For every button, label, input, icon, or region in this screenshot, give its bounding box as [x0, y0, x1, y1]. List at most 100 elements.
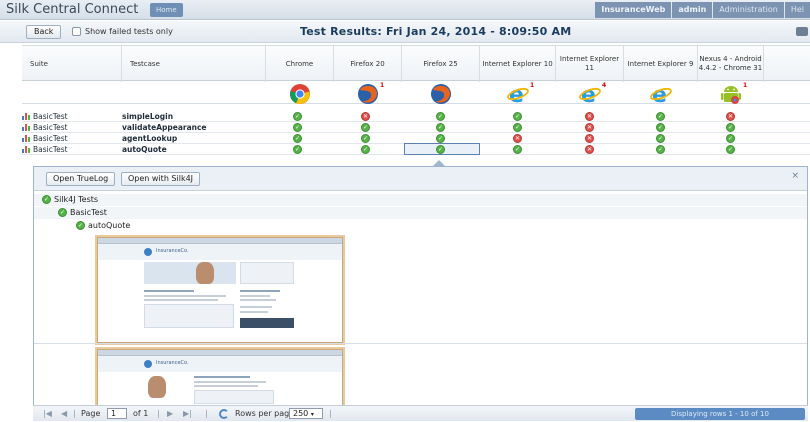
close-icon[interactable]: ×: [791, 171, 799, 181]
column-header-chrome[interactable]: Chrome: [266, 46, 334, 82]
refresh-icon[interactable]: [219, 409, 229, 419]
tab-home[interactable]: Home: [150, 3, 183, 17]
pass-icon[interactable]: ✓: [436, 123, 445, 132]
suite-cell: BasicTest: [22, 123, 68, 132]
pass-icon: ✓: [58, 208, 67, 217]
column-header-ie-10[interactable]: Internet Explorer 10: [480, 46, 556, 82]
separator: |: [205, 409, 208, 418]
rows-per-page-select[interactable]: 250 ▾: [289, 408, 323, 419]
tree-node-autoquote[interactable]: ✓ autoQuote: [76, 221, 130, 230]
pass-icon[interactable]: ✓: [656, 112, 665, 121]
nav-help[interactable]: Hel: [784, 2, 810, 18]
rows-per-page-label: Rows per page: [235, 409, 295, 418]
testcase-cell[interactable]: autoQuote: [122, 145, 167, 154]
back-button[interactable]: Back: [26, 25, 62, 39]
chevron-down-icon: ▾: [310, 411, 314, 418]
next-page-icon[interactable]: ▶: [167, 409, 173, 418]
pass-icon[interactable]: ✓: [293, 123, 302, 132]
fail-icon[interactable]: ✕: [585, 145, 594, 154]
column-header-firefox-20[interactable]: Firefox 20: [334, 46, 402, 82]
tree-node-label: autoQuote: [88, 221, 131, 230]
column-header-testcase[interactable]: Testcase: [122, 46, 266, 82]
column-header-suite[interactable]: Suite: [22, 46, 122, 82]
firefox-20-badge: 1: [380, 82, 385, 89]
tree-node-label: BasicTest: [70, 208, 107, 217]
suite-label: BasicTest: [33, 112, 68, 121]
open-silk4j-button[interactable]: Open with Silk4J: [121, 172, 201, 186]
fail-icon[interactable]: ✕: [726, 112, 735, 121]
pass-icon[interactable]: ✓: [726, 134, 735, 143]
pass-icon[interactable]: ✓: [656, 134, 665, 143]
table-row[interactable]: BasicTest autoQuote ✓ ✓ ✓ ✓ ✕ ✓ ✓: [22, 143, 810, 155]
pass-icon[interactable]: ✓: [726, 145, 735, 154]
suite-icon: [22, 124, 30, 131]
nav-admin[interactable]: admin: [672, 2, 713, 18]
page-input[interactable]: 1: [107, 408, 127, 419]
last-page-icon[interactable]: ▶|: [183, 409, 192, 418]
fail-icon[interactable]: ✕: [585, 134, 594, 143]
ie-11-badge: 4: [602, 82, 607, 89]
column-header-ie-9[interactable]: Internet Explorer 9: [624, 46, 698, 82]
tree-node-basictest[interactable]: ✓ BasicTest: [58, 208, 107, 217]
column-header-android-chrome[interactable]: Nexus 4 - Android 4.4.2 - Chrome 31: [698, 46, 764, 82]
show-failed-toggle[interactable]: Show failed tests only: [72, 27, 173, 36]
suite-cell: BasicTest: [22, 134, 68, 143]
suite-cell: BasicTest: [22, 145, 68, 154]
fail-icon[interactable]: ✕: [585, 112, 594, 121]
suite-icon: [22, 135, 30, 142]
open-truelog-button[interactable]: Open TrueLog: [46, 172, 116, 186]
rows-per-page-value: 250: [293, 409, 309, 418]
show-failed-label: Show failed tests only: [85, 27, 173, 36]
suite-icon: [22, 146, 30, 153]
pass-icon[interactable]: ✓: [436, 145, 445, 154]
print-icon[interactable]: [796, 27, 808, 36]
internet-explorer-icon: e: [579, 83, 601, 105]
pass-icon[interactable]: ✓: [513, 145, 522, 154]
screenshot-thumbnail[interactable]: InsuranceCo.: [97, 237, 343, 343]
fail-icon[interactable]: ✕: [513, 134, 522, 143]
column-header-firefox-25[interactable]: Firefox 25: [402, 46, 480, 82]
column-header-ie-11[interactable]: Internet Explorer 11: [556, 46, 624, 82]
divider: [34, 343, 807, 344]
app-title: Silk Central Connect: [6, 2, 139, 17]
nav-insuranceweb[interactable]: InsuranceWeb: [595, 2, 672, 18]
android-badge: 1: [743, 82, 748, 89]
suite-cell: BasicTest: [22, 112, 68, 121]
logo-icon: [144, 248, 152, 256]
nav-administration[interactable]: Administration: [713, 2, 784, 18]
fail-icon[interactable]: ✕: [585, 123, 594, 132]
pass-icon[interactable]: ✓: [293, 134, 302, 143]
separator: |: [157, 409, 160, 418]
tree-node-silk4j-tests[interactable]: ✓ Silk4J Tests: [42, 195, 98, 204]
pass-icon[interactable]: ✓: [436, 112, 445, 121]
pass-icon[interactable]: ✓: [293, 112, 302, 121]
screenshot-brand: InsuranceCo.: [156, 360, 189, 366]
pass-icon[interactable]: ✓: [656, 145, 665, 154]
pass-icon[interactable]: ✓: [513, 112, 522, 121]
testcase-cell[interactable]: simpleLogin: [122, 112, 173, 121]
pass-icon[interactable]: ✓: [656, 123, 665, 132]
internet-explorer-icon: e: [507, 83, 529, 105]
table-row[interactable]: BasicTest validateAppearance ✓ ✓ ✓ ✓ ✕ ✓ ✓: [22, 122, 810, 133]
testcase-cell[interactable]: validateAppearance: [122, 123, 207, 132]
pass-icon[interactable]: ✓: [361, 145, 370, 154]
pass-icon[interactable]: ✓: [513, 123, 522, 132]
first-page-icon[interactable]: |◀: [43, 409, 52, 418]
pass-icon: ✓: [76, 221, 85, 230]
table-row[interactable]: BasicTest simpleLogin ✓ ✕ ✓ ✓ ✕ ✓ ✕: [22, 111, 810, 122]
show-failed-checkbox[interactable]: [72, 27, 81, 36]
results-toolbar: Back Show failed tests only Test Results…: [0, 21, 810, 43]
suite-label: BasicTest: [33, 145, 68, 154]
pass-icon[interactable]: ✓: [361, 134, 370, 143]
fail-icon[interactable]: ✕: [361, 112, 370, 121]
testcase-cell[interactable]: agentLookup: [122, 134, 177, 143]
browser-icon-row: 1 e 1 e 4 e 1: [22, 82, 810, 105]
pass-icon[interactable]: ✓: [436, 134, 445, 143]
top-nav: InsuranceWeb admin Administration Hel: [594, 2, 810, 18]
screenshot-thumbnail[interactable]: InsuranceCo.: [97, 349, 343, 407]
prev-page-icon[interactable]: ◀: [61, 409, 67, 418]
tree-node-label: Silk4J Tests: [54, 195, 99, 204]
pass-icon[interactable]: ✓: [361, 123, 370, 132]
pass-icon[interactable]: ✓: [726, 123, 735, 132]
pass-icon[interactable]: ✓: [293, 145, 302, 154]
